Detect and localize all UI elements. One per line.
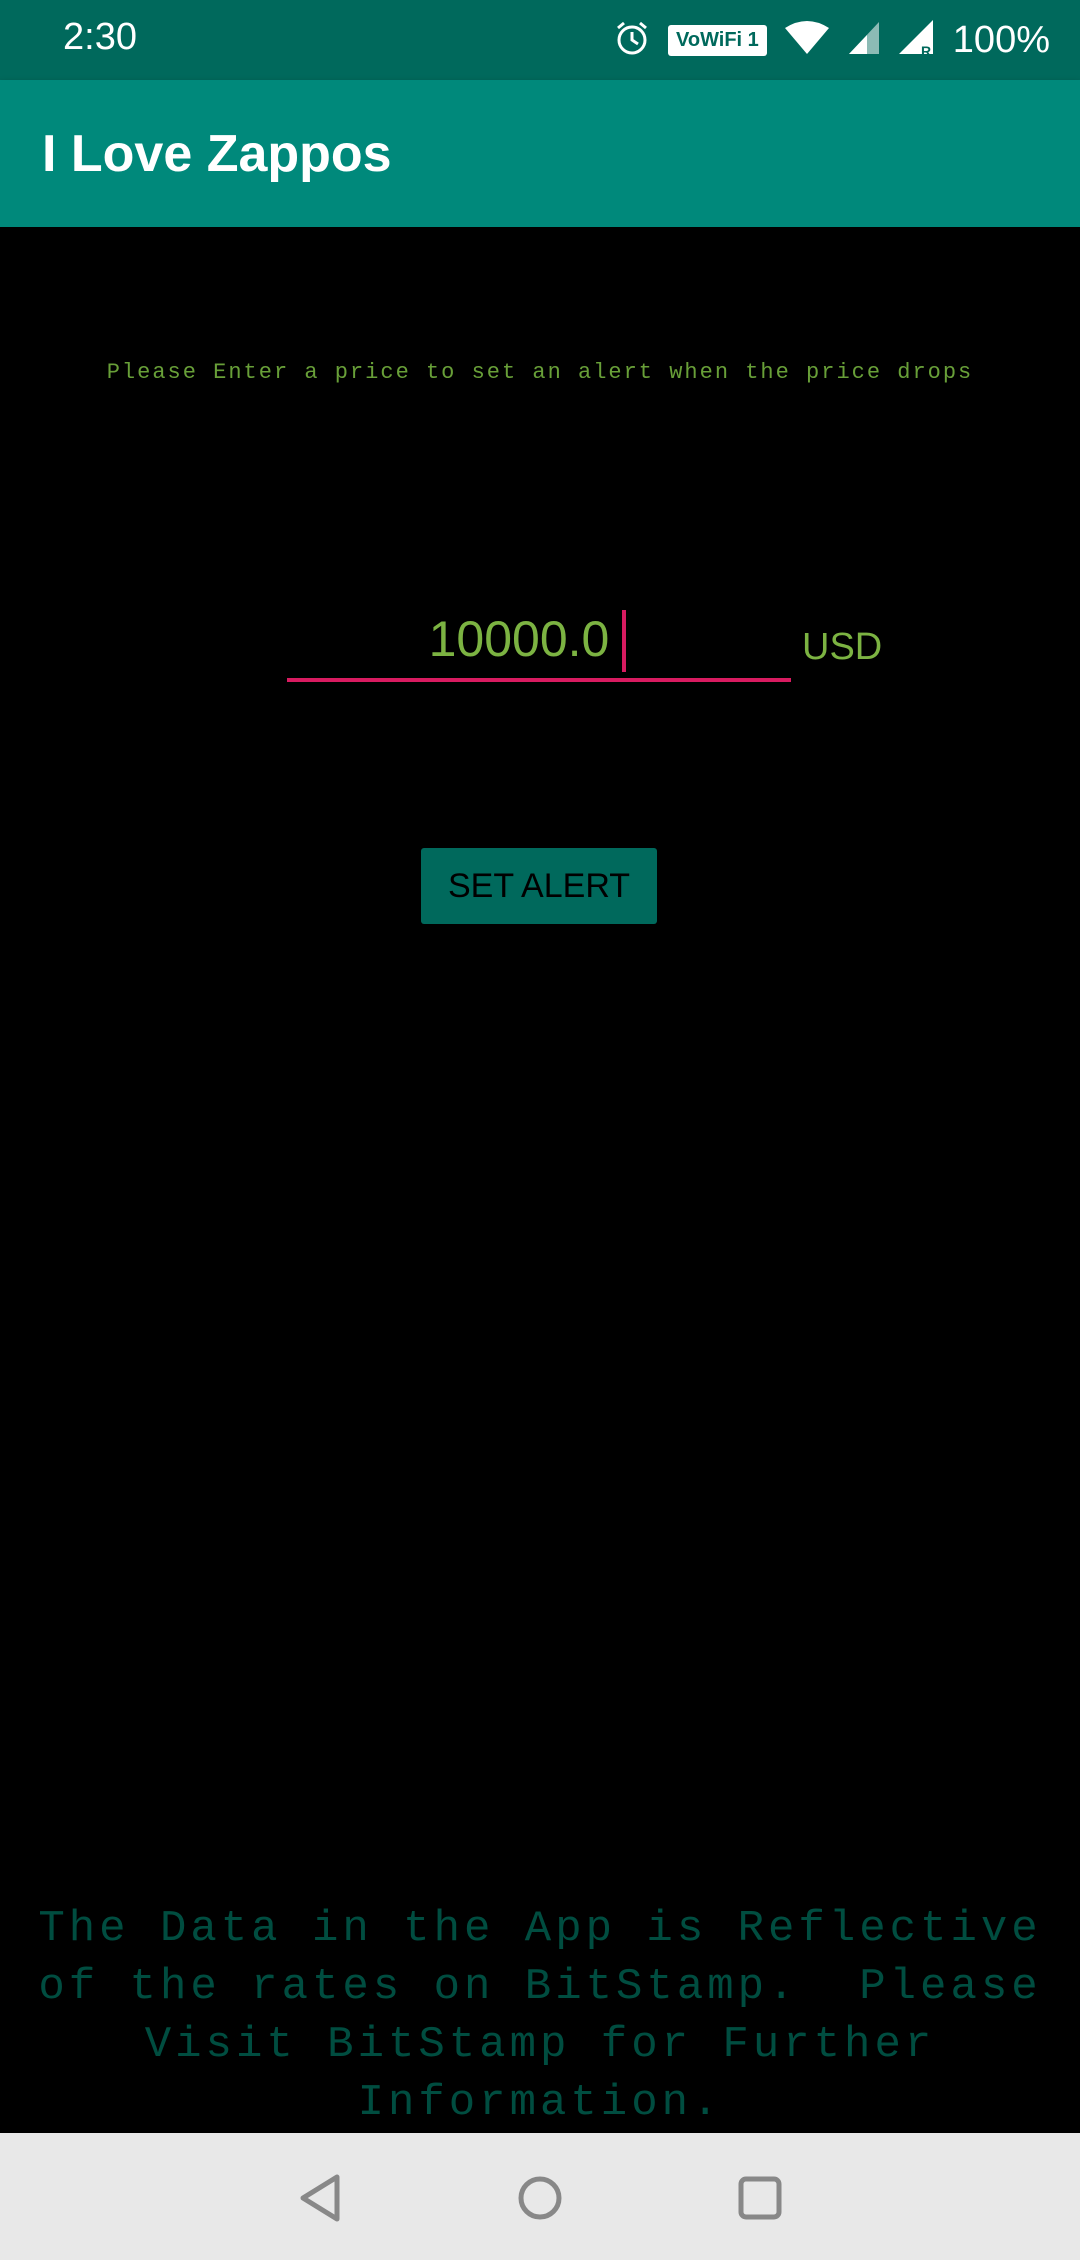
battery-level: 100% — [952, 18, 1050, 61]
app-bar: I Love Zappos — [0, 80, 1080, 227]
alarm-icon — [612, 18, 652, 63]
status-time: 2:30 — [63, 16, 137, 58]
vowifi-icon: VoWiFi 1 — [668, 24, 767, 56]
disclaimer-line: Visit BitStamp for Further — [144, 2020, 936, 2070]
currency-label: USD — [802, 626, 883, 668]
text-cursor — [622, 610, 626, 672]
cell-signal-icon — [847, 20, 881, 61]
recents-icon[interactable] — [725, 2163, 795, 2233]
status-icons: VoWiFi 1 R 100% — [596, 0, 1050, 80]
wifi-icon — [783, 20, 831, 61]
cell-signal-roaming-icon: R — [897, 18, 937, 63]
app-title: I Love Zappos — [42, 125, 392, 183]
price-input[interactable] — [287, 600, 791, 682]
disclaimer-line: The Data in the App is Reflective — [38, 1904, 1042, 1954]
price-prompt: Please Enter a price to set an alert whe… — [106, 360, 974, 385]
disclaimer-line: Information. — [357, 2078, 723, 2128]
disclaimer-text: The Data in the App is Reflective of the… — [0, 1900, 1080, 2132]
status-bar: 2:30 VoWiFi 1 R 100% — [0, 0, 1080, 80]
set-alert-button[interactable]: SET ALERT — [421, 848, 657, 924]
disclaimer-line: of the rates on BitStamp. Please — [38, 1962, 1042, 2012]
back-icon[interactable] — [285, 2163, 355, 2233]
home-icon[interactable] — [505, 2163, 575, 2233]
navigation-bar — [0, 2133, 1080, 2260]
svg-text:R: R — [921, 43, 931, 58]
